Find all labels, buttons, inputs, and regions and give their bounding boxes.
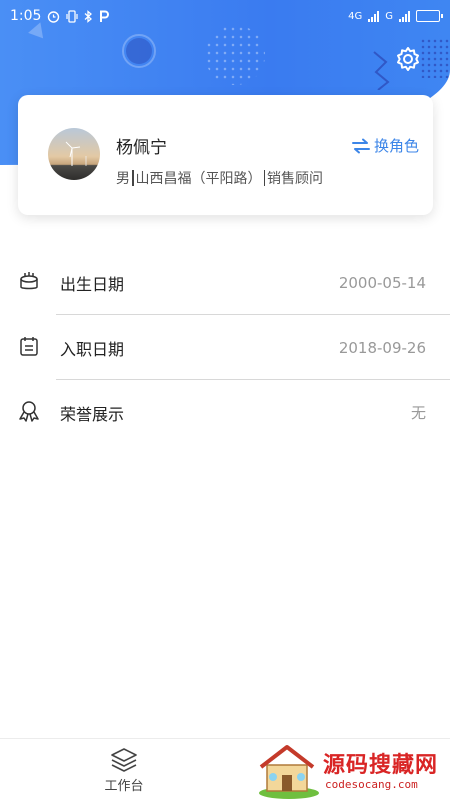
info-value: 2000-05-14 <box>338 273 426 292</box>
info-row-hire-date[interactable]: 入职日期 2018-09-26 <box>0 315 450 380</box>
alarm-icon <box>48 10 60 23</box>
separator <box>132 170 134 186</box>
separator <box>263 170 265 186</box>
bluetooth-icon <box>85 9 93 23</box>
user-store: 山西昌福（平阳路） <box>135 171 262 187</box>
switch-role-label: 换角色 <box>373 137 419 155</box>
vibrate-icon <box>66 9 79 23</box>
signal-strength-icon-2 <box>399 10 410 22</box>
swap-arrows-icon <box>351 138 370 153</box>
info-row-honors[interactable]: 荣誉展示 无 <box>0 380 450 445</box>
status-time: 1:05 <box>10 8 42 24</box>
honor-ribbon-icon <box>19 401 39 422</box>
wind-turbine-photo <box>65 141 87 166</box>
switch-role-button[interactable]: 换角色 <box>351 135 419 156</box>
watermark-logo: 源码搜藏网 codesocang.com <box>255 743 450 800</box>
info-value: 2018-09-26 <box>338 338 426 357</box>
avatar[interactable] <box>48 128 100 180</box>
layers-icon <box>111 748 137 772</box>
tab-workbench-label: 工作台 <box>104 779 144 794</box>
status-bar: 1:05 4G G <box>0 0 450 32</box>
profile-card: 杨佩宁 男山西昌福（平阳路） 销售顾问 换角色 <box>18 95 433 215</box>
decor-dot-pattern <box>420 38 450 78</box>
network-type-label: 4G <box>348 10 363 22</box>
decor-circle <box>126 38 152 64</box>
settings-gear-icon[interactable] <box>394 45 422 73</box>
parking-p-icon <box>100 10 110 22</box>
battery-icon <box>416 10 443 22</box>
user-gender: 男 <box>116 171 130 187</box>
user-position: 销售顾问 <box>267 171 323 187</box>
info-label: 荣誉展示 <box>60 404 125 424</box>
info-list: 出生日期 2000-05-14 入职日期 2018-09-26 荣誉展示 无 <box>0 250 450 445</box>
house-logo-icon <box>259 745 319 799</box>
cake-icon <box>20 272 38 290</box>
signal-strength-icon <box>368 10 380 22</box>
info-label: 出生日期 <box>60 274 125 294</box>
info-label: 入职日期 <box>60 339 125 359</box>
watermark-url: codesocang.com <box>325 778 418 791</box>
decor-dot-pattern <box>205 25 265 85</box>
network-type-label-2: G <box>385 10 393 22</box>
user-name: 杨佩宁 <box>116 138 167 158</box>
tab-workbench[interactable]: 工作台 <box>94 747 154 797</box>
calendar-icon <box>20 337 38 356</box>
info-value: 无 <box>410 404 426 422</box>
user-meta-line: 男山西昌福（平阳路） 销售顾问 <box>116 168 323 188</box>
watermark-title: 源码搜藏网 <box>323 753 439 778</box>
info-row-birthday[interactable]: 出生日期 2000-05-14 <box>0 250 450 315</box>
